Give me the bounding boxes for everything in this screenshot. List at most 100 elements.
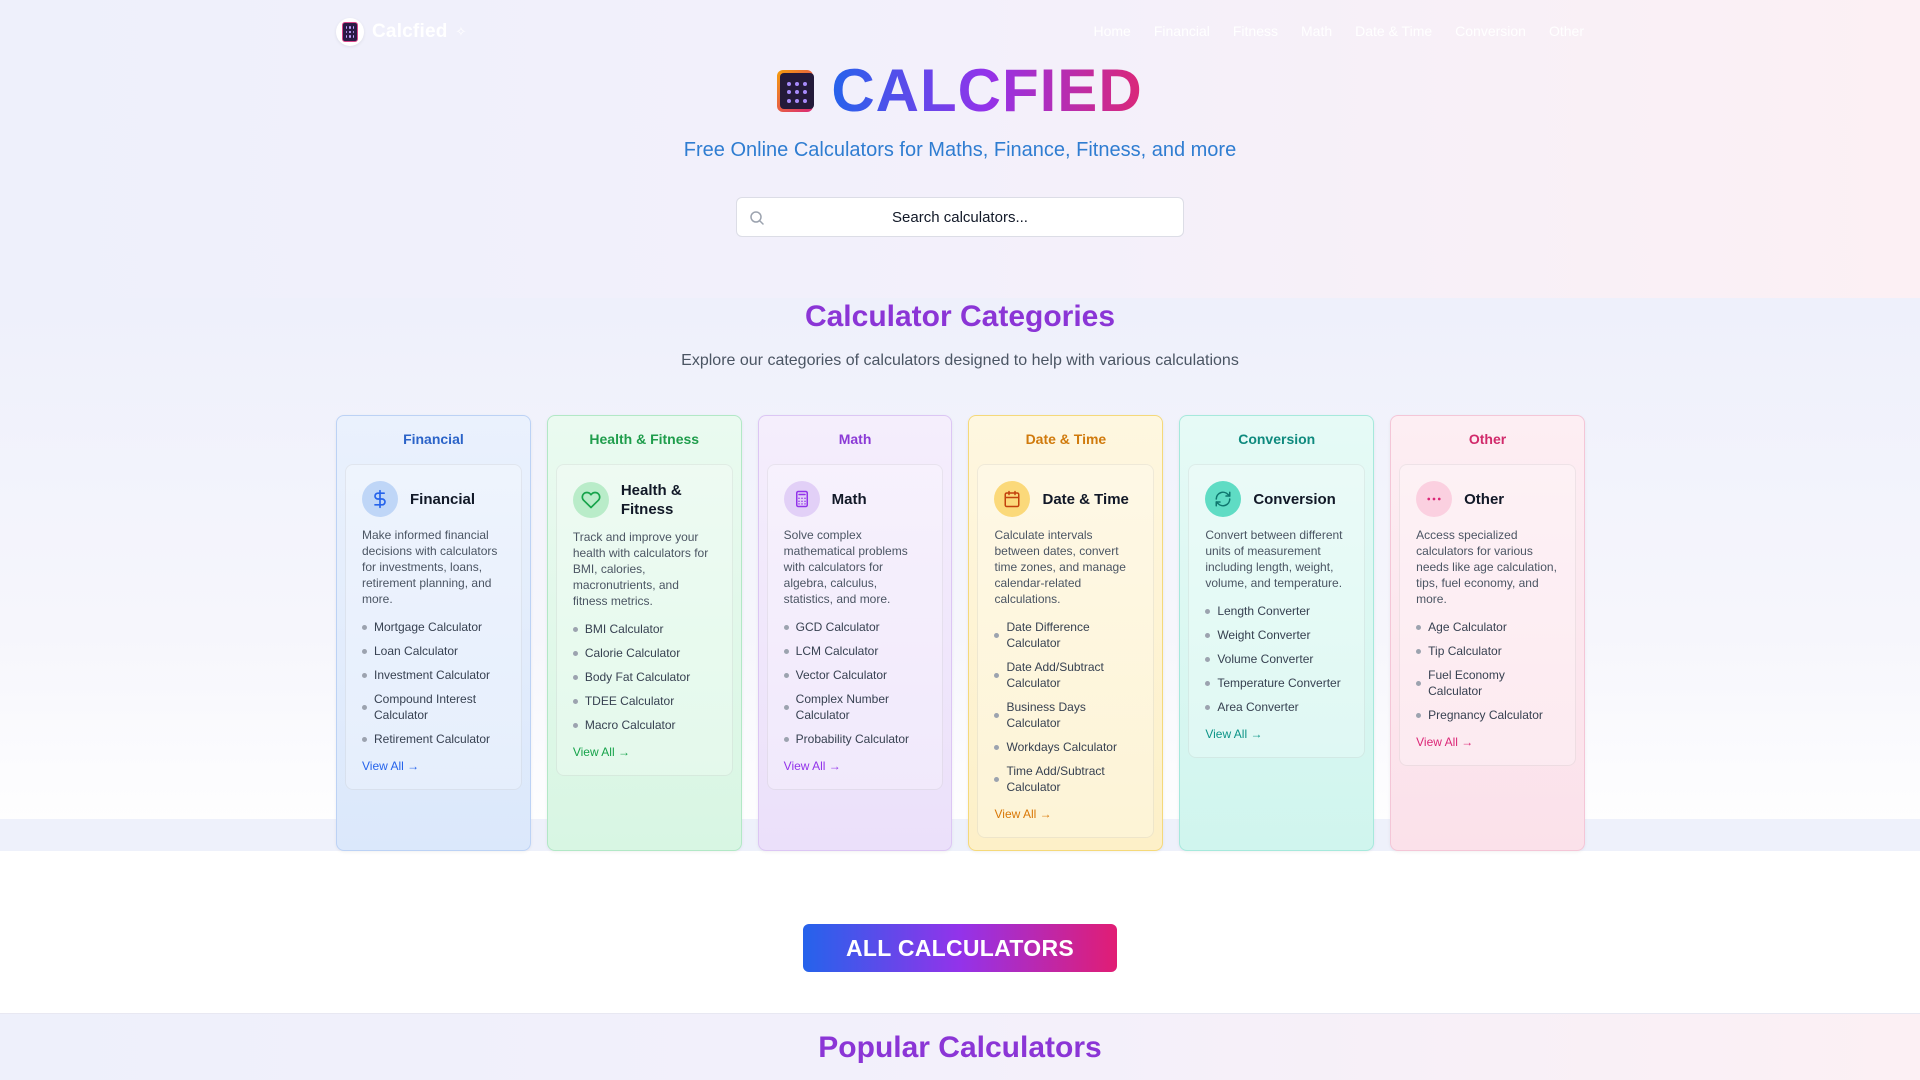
list-item[interactable]: Body Fat Calculator [572,669,716,685]
view-all-link[interactable]: View All → [784,759,841,773]
list-item[interactable]: Mortgage Calculator [362,619,505,635]
card-title: Financial [410,490,476,508]
list-item[interactable]: TDEE Calculator [572,693,716,709]
hero-title-text: CALCFIED [831,57,1143,124]
nav-link-fitness[interactable]: Fitness [1233,23,1278,39]
card-body: Health & Fitness Track and improve your … [555,464,733,776]
list-item[interactable]: Calorie Calculator [572,645,716,661]
list-item[interactable]: Fuel Economy Calculator [1416,667,1559,699]
heart-icon [572,482,609,518]
card-body: Date & Time Calculate intervals between … [977,464,1155,838]
list-item[interactable]: Tip Calculator [1416,643,1559,659]
card-title: Health & Fitness [620,482,682,518]
category-cards: Financial Financial Make informed financ… [336,415,1585,851]
card-title: Other [1464,490,1505,508]
list-item[interactable]: Area Converter [1205,699,1348,715]
card-body: Conversion Convert between different uni… [1188,464,1366,758]
calculator-icon [783,481,820,517]
hero-title: CALCFIED [0,56,1920,126]
list-item[interactable]: Probability Calculator [783,731,927,747]
categories-subtitle: Explore our categories of calculators de… [681,352,1239,369]
more-horizontal-icon [1416,481,1453,517]
card-body: Other Access specialized calculators for… [1399,464,1576,766]
list-item[interactable]: Weight Converter [1205,627,1348,643]
list-item[interactable]: GCD Calculator [783,619,927,635]
list-item[interactable]: Length Converter [1205,603,1348,619]
card-description: Make informed financial decisions with c… [362,528,498,606]
card-body: Math Solve complex mathematical problems… [766,464,944,790]
list-item[interactable]: Macro Calculator [572,717,716,733]
card-header: Math [838,431,872,447]
nav-link-date-time[interactable]: Date & Time [1355,23,1432,39]
list-item[interactable]: Date Add/Subtract Calculator [994,659,1137,691]
card-description: Track and improve your health with calcu… [572,530,709,608]
card-header: Health & Fitness [589,431,700,447]
calendar-icon [994,481,1031,517]
list-item[interactable]: Complex Number Calculator [783,691,927,723]
calculator-icon [777,70,815,112]
brand[interactable]: Calcfied ✧ [336,18,466,46]
view-all-link[interactable]: View All → [994,807,1051,821]
calculator-list: Age Calculator Tip Calculator Fuel Econo… [1416,619,1559,723]
view-all-link[interactable]: View All → [1416,735,1473,749]
card-description: Solve complex mathematical problems with… [783,528,908,606]
top-nav: Calcfied ✧ Home Financial Fitness Math D… [336,18,1584,46]
card-header: Conversion [1238,431,1316,447]
list-item[interactable]: Vector Calculator [783,667,927,683]
calculator-logo-icon [336,18,364,46]
category-card-financial: Financial Financial Make informed financ… [336,415,531,851]
view-all-link[interactable]: View All → [362,759,419,773]
list-item[interactable]: Volume Converter [1205,651,1348,667]
calculator-list: Mortgage Calculator Loan Calculator Inve… [362,619,505,747]
list-item[interactable]: Retirement Calculator [362,731,505,747]
search-bar [736,197,1184,237]
card-header: Date & Time [1025,431,1107,447]
refresh-icon [1205,481,1242,517]
all-calculators-button[interactable]: ALL CALCULATORS [803,924,1117,972]
list-item[interactable]: LCM Calculator [783,643,927,659]
category-card-math: Math Math Solve complex mathematical pro… [757,415,953,851]
list-item[interactable]: Time Add/Subtract Calculator [994,763,1137,795]
nav-link-financial[interactable]: Financial [1154,23,1210,39]
category-card-health-fitness: Health & Fitness Health & Fitness Track … [546,415,742,851]
list-item[interactable]: Workdays Calculator [994,739,1137,755]
list-item[interactable]: Temperature Converter [1205,675,1348,691]
search-input[interactable] [737,198,1183,236]
card-title: Conversion [1253,490,1336,508]
list-item[interactable]: Pregnancy Calculator [1416,707,1559,723]
card-title: Date & Time [1042,490,1129,508]
categories-title: Calculator Categories [804,300,1116,333]
nav-links: Home Financial Fitness Math Date & Time … [1093,23,1584,39]
card-header: Other [1468,431,1507,447]
list-item[interactable]: Investment Calculator [362,667,505,683]
hero-subtitle: Free Online Calculators for Maths, Finan… [683,139,1237,161]
dollar-icon [362,481,398,517]
view-all-link[interactable]: View All → [1205,727,1262,741]
card-description: Calculate intervals between dates, conve… [994,528,1126,606]
view-all-link[interactable]: View All → [573,745,630,759]
list-item[interactable]: Date Difference Calculator [994,619,1137,651]
list-item[interactable]: BMI Calculator [572,621,716,637]
list-item[interactable]: Loan Calculator [362,643,505,659]
list-item[interactable]: Compound Interest Calculator [362,691,505,723]
category-card-date-time: Date & Time Date & Time Calculate interv… [968,415,1164,851]
calculator-list: Length Converter Weight Converter Volume… [1205,603,1348,715]
card-description: Convert between different units of measu… [1205,528,1343,590]
sparkle-icon: ✧ [455,24,467,39]
card-description: Access specialized calculators for vario… [1416,528,1557,606]
calculator-list: GCD Calculator LCM Calculator Vector Cal… [783,619,927,747]
calculator-list: Date Difference Calculator Date Add/Subt… [994,619,1137,795]
nav-link-conversion[interactable]: Conversion [1455,23,1526,39]
nav-link-math[interactable]: Math [1301,23,1332,39]
nav-link-other[interactable]: Other [1549,23,1584,39]
popular-title: Popular Calculators [818,1031,1102,1064]
nav-link-home[interactable]: Home [1093,23,1130,39]
card-body: Financial Make informed financial decisi… [345,464,522,790]
card-header: Financial [403,431,464,447]
calculator-list: BMI Calculator Calorie Calculator Body F… [572,621,716,733]
category-card-conversion: Conversion Conversion Convert between di… [1179,415,1375,851]
list-item[interactable]: Age Calculator [1416,619,1559,635]
category-card-other: Other Other Access specialized calculato… [1390,415,1585,851]
card-title: Math [831,490,867,508]
list-item[interactable]: Business Days Calculator [994,699,1137,731]
